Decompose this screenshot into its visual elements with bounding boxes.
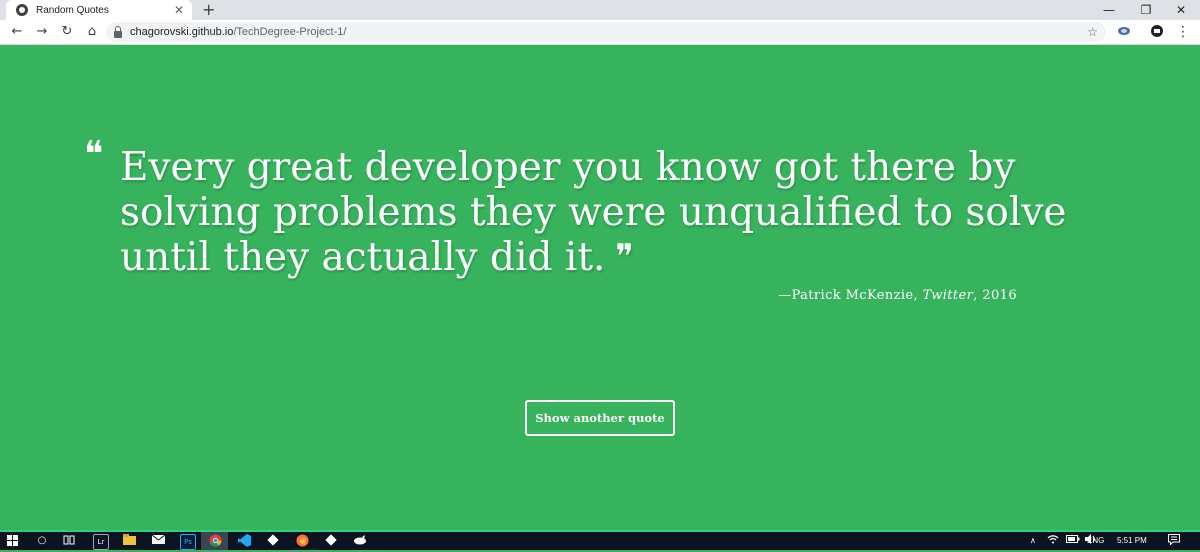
- git-icon[interactable]: [266, 534, 280, 548]
- tab-title: Random Quotes: [36, 4, 109, 16]
- mail-graphic: [151, 534, 165, 544]
- address-bar[interactable]: chagorovski.github.io/TechDegree-Project…: [106, 22, 1106, 42]
- quote-source: —Patrick McKenzie, Twitter, 2016: [778, 288, 1017, 303]
- show-another-quote-button[interactable]: Show another quote: [525, 400, 675, 436]
- dolphin-icon[interactable]: [353, 534, 367, 548]
- folder-graphic: [122, 534, 136, 545]
- clock[interactable]: 5:51 PM: [1117, 532, 1147, 550]
- source-year: , 2016: [973, 288, 1017, 303]
- vscode-graphic: [237, 534, 251, 547]
- source-citation: Twitter: [922, 288, 974, 303]
- dolphin-graphic: [354, 535, 366, 545]
- extension-graphic: [1118, 27, 1130, 35]
- vscode-icon[interactable]: [237, 534, 251, 548]
- quote-text: Every great developer you know got there…: [120, 145, 1080, 280]
- profile-avatar[interactable]: [1149, 24, 1165, 40]
- close-window-button[interactable]: ✕: [1162, 0, 1200, 20]
- notifications-icon[interactable]: [1167, 534, 1181, 548]
- git-bash-icon[interactable]: [324, 534, 338, 548]
- page-content: ❝ Every great developer you know got the…: [0, 45, 1200, 530]
- search-icon[interactable]: ○: [35, 534, 49, 548]
- mail-icon[interactable]: [151, 534, 165, 548]
- tab-strip: Random Quotes ✕ + — ❐ ✕: [0, 0, 1200, 20]
- back-button[interactable]: ←: [7, 22, 27, 42]
- tab-random-quotes[interactable]: Random Quotes ✕: [6, 0, 192, 20]
- wifi-icon[interactable]: [1046, 534, 1060, 548]
- wifi-graphic: [1047, 535, 1059, 544]
- favicon-icon: [16, 4, 28, 16]
- task-view-graphic: [63, 535, 75, 545]
- url-text: chagorovski.github.io/TechDegree-Project…: [130, 26, 346, 38]
- home-button[interactable]: ⌂: [82, 22, 102, 42]
- tab-close-icon[interactable]: ✕: [174, 3, 184, 17]
- chrome-icon[interactable]: [208, 534, 222, 548]
- source-name: —Patrick McKenzie,: [778, 288, 919, 303]
- url-host: chagorovski.github.io: [130, 26, 234, 38]
- task-view-icon[interactable]: [62, 534, 76, 548]
- browser-menu-icon[interactable]: ⋮: [1175, 24, 1191, 40]
- firefox-graphic: [296, 534, 308, 547]
- new-tab-button[interactable]: +: [202, 1, 215, 19]
- photoshop-icon[interactable]: Ps: [180, 534, 196, 550]
- file-explorer-icon[interactable]: [122, 534, 136, 548]
- windows-start-icon[interactable]: [7, 535, 19, 547]
- reload-button[interactable]: ↻: [57, 22, 77, 42]
- close-quote-mark: ❞: [615, 237, 634, 277]
- battery-graphic: [1066, 535, 1080, 543]
- notifications-graphic: [1168, 534, 1180, 546]
- lr-icon[interactable]: Lr: [93, 534, 109, 550]
- firefox-icon[interactable]: [295, 534, 309, 548]
- maximize-button[interactable]: ❐: [1127, 0, 1165, 20]
- extension-icon[interactable]: [1116, 24, 1132, 40]
- language-indicator[interactable]: ENG: [1087, 532, 1104, 550]
- browser-chrome: Random Quotes ✕ + — ❐ ✕ ← → ↻ ⌂ chagorov…: [0, 0, 1200, 45]
- chrome-graphic: [209, 534, 221, 547]
- open-quote-mark: ❝: [84, 134, 104, 175]
- git-graphic: [267, 534, 279, 546]
- browser-toolbar: ← → ↻ ⌂ chagorovski.github.io/TechDegree…: [0, 20, 1200, 45]
- forward-button[interactable]: →: [32, 22, 52, 42]
- tray-overflow-chevron[interactable]: ∧: [1030, 532, 1036, 550]
- taskbar: ○ Lr Ps ∧ ENG 5:51 PM: [0, 530, 1200, 550]
- avatar-graphic: [1151, 25, 1163, 37]
- git-bash-graphic: [325, 534, 337, 546]
- quote-body: Every great developer you know got there…: [120, 145, 1067, 280]
- battery-icon[interactable]: [1066, 534, 1080, 548]
- lock-icon[interactable]: [114, 25, 122, 38]
- bookmark-star-icon[interactable]: ☆: [1087, 25, 1098, 39]
- url-path: /TechDegree-Project-1/: [233, 26, 347, 38]
- minimize-button[interactable]: —: [1090, 0, 1128, 20]
